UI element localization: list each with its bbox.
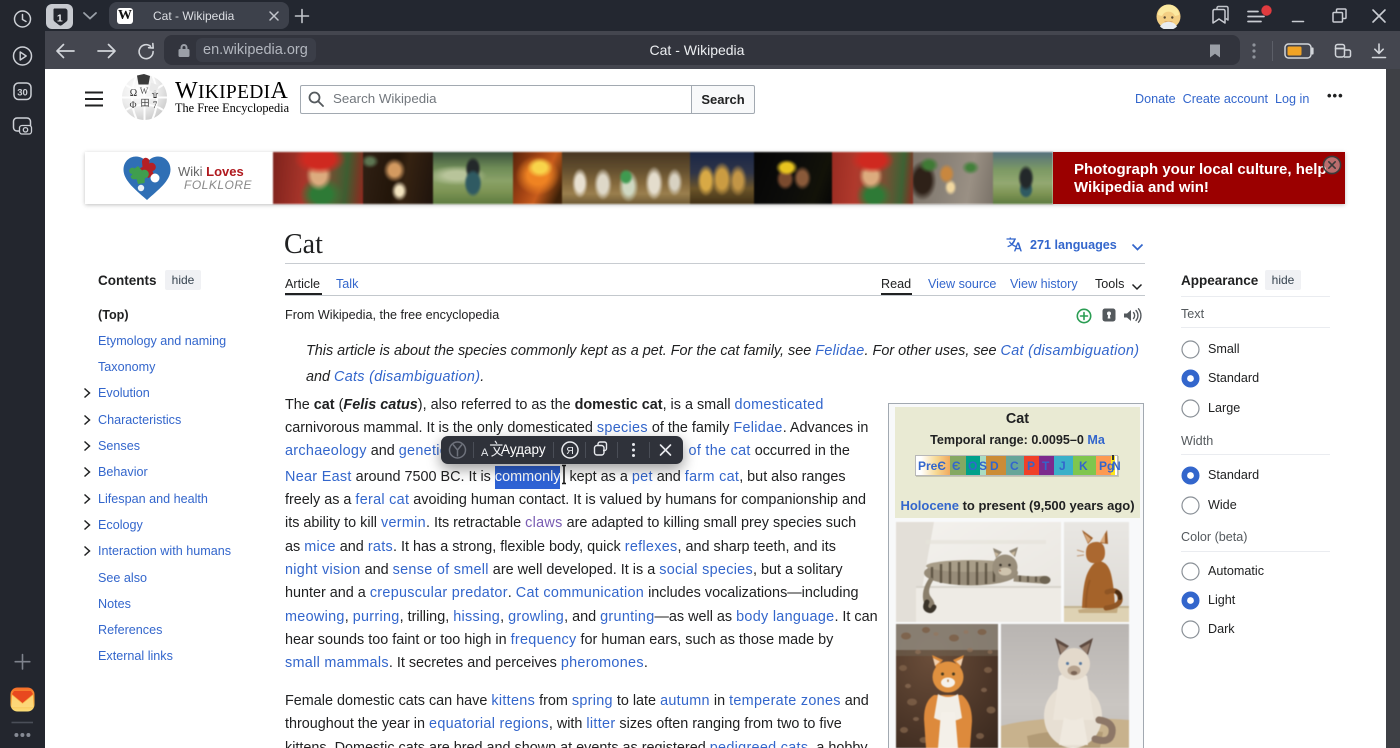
svg-text:田: 田: [140, 98, 149, 108]
svg-text:Я: Я: [566, 445, 574, 457]
svg-text:W: W: [140, 86, 149, 96]
svg-text:30: 30: [17, 87, 28, 98]
svg-text:1: 1: [57, 12, 63, 24]
svg-text:Ω: Ω: [130, 88, 137, 99]
svg-text:A: A: [481, 447, 489, 459]
svg-text:۩: ۩: [152, 89, 159, 99]
svg-text:7: 7: [153, 100, 158, 110]
svg-text:Ф: Ф: [129, 100, 136, 110]
